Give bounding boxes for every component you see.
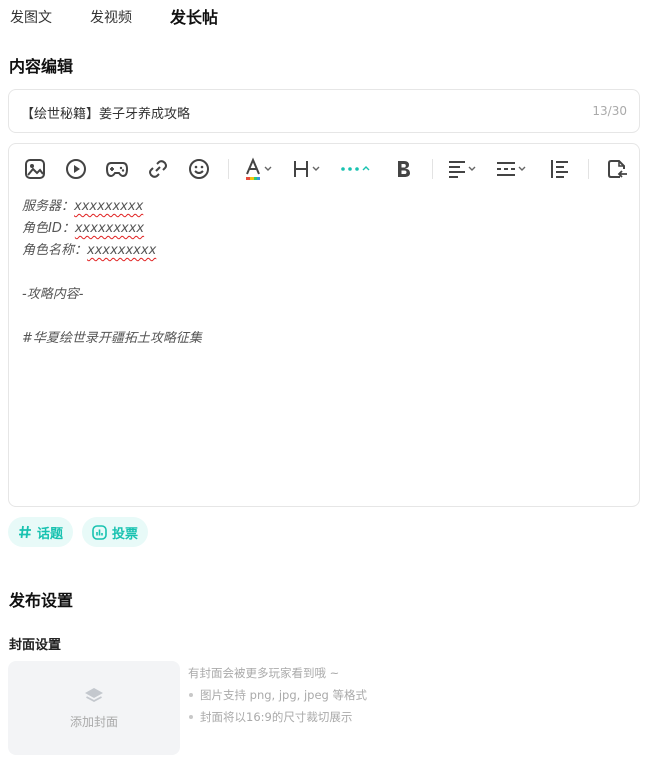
role-name-line: 角色名称：xxxxxxxxx [22,240,202,262]
emoji-icon[interactable] [185,155,213,183]
content-section-title: 内容编辑 [9,57,74,76]
publish-section-title: 发布设置 [9,591,74,610]
hash-icon [19,525,31,539]
add-cover-button[interactable]: 添加封面 [8,661,180,755]
role-name-value: xxxxxxxxx [87,243,157,258]
cover-tips: 有封面会被更多玩家看到哦 ~ 图片支持 png, jpg, jpeg 等格式 封… [188,662,367,728]
tab-long-post[interactable]: 发长帖 [170,8,219,32]
align-icon[interactable] [447,158,477,180]
cover-tip-intro: 有封面会被更多玩家看到哦 ~ [188,666,340,680]
title-char-count: 13/30 [592,104,627,118]
topic-button[interactable]: 话题 [8,517,74,547]
editor-toolbar [21,154,644,184]
tab-label: 发视频 [90,10,132,26]
link-icon[interactable] [144,155,172,183]
layers-icon [85,687,103,702]
role-id-line: 角色ID：xxxxxxxxx [22,218,202,240]
rich-text-editor[interactable]: 服务器：xxxxxxxxx 角色ID：xxxxxxxxx 角色名称：xxxxxx… [8,143,640,507]
editor-content[interactable]: 服务器：xxxxxxxxx 角色ID：xxxxxxxxx 角色名称：xxxxxx… [22,196,202,350]
bold-icon[interactable] [389,155,417,183]
server-label: 服务器： [22,199,75,214]
role-name-label: 角色名称： [22,243,88,258]
template-icon[interactable] [603,155,631,183]
cover-tip: 封面将以16:9的尺寸裁切展示 [188,706,367,728]
heading-icon[interactable] [291,158,321,180]
server-value: xxxxxxxxx [74,199,144,214]
vote-icon [92,524,107,540]
toolbar-separator [432,159,433,179]
list-icon[interactable] [545,155,573,183]
font-color-icon[interactable] [243,157,273,181]
role-id-label: 角色ID： [22,221,75,236]
cover-tip: 图片支持 png, jpg, jpeg 等格式 [188,684,367,706]
hashtag-line: #华夏绘世录开疆拓土攻略征集 [22,331,202,346]
more-icon[interactable] [339,158,371,180]
section-line: -攻略内容- [22,287,84,302]
toolbar-separator [228,159,229,179]
title-input[interactable] [21,102,581,122]
game-icon[interactable] [103,155,131,183]
tab-video-post[interactable]: 发视频 [90,8,132,32]
topic-label: 话题 [37,526,64,542]
role-id-value: xxxxxxxxx [74,221,145,236]
cover-settings-title: 封面设置 [9,638,62,653]
image-icon[interactable] [21,155,49,183]
vote-button[interactable]: 投票 [82,517,149,547]
add-cover-label: 添加封面 [69,714,118,729]
post-extras: 话题 投票 [8,517,149,547]
tab-image-post[interactable]: 发图文 [10,8,52,32]
title-field: 13/30 [8,89,640,133]
divider-icon[interactable] [495,158,527,180]
server-line: 服务器：xxxxxxxxx [22,196,202,218]
vote-label: 投票 [112,526,139,542]
video-icon[interactable] [62,155,90,183]
tab-label: 发长帖 [170,8,219,27]
tab-label: 发图文 [10,10,52,26]
post-type-tabs: 发图文 发视频 发长帖 [10,8,256,32]
toolbar-separator [588,159,589,179]
